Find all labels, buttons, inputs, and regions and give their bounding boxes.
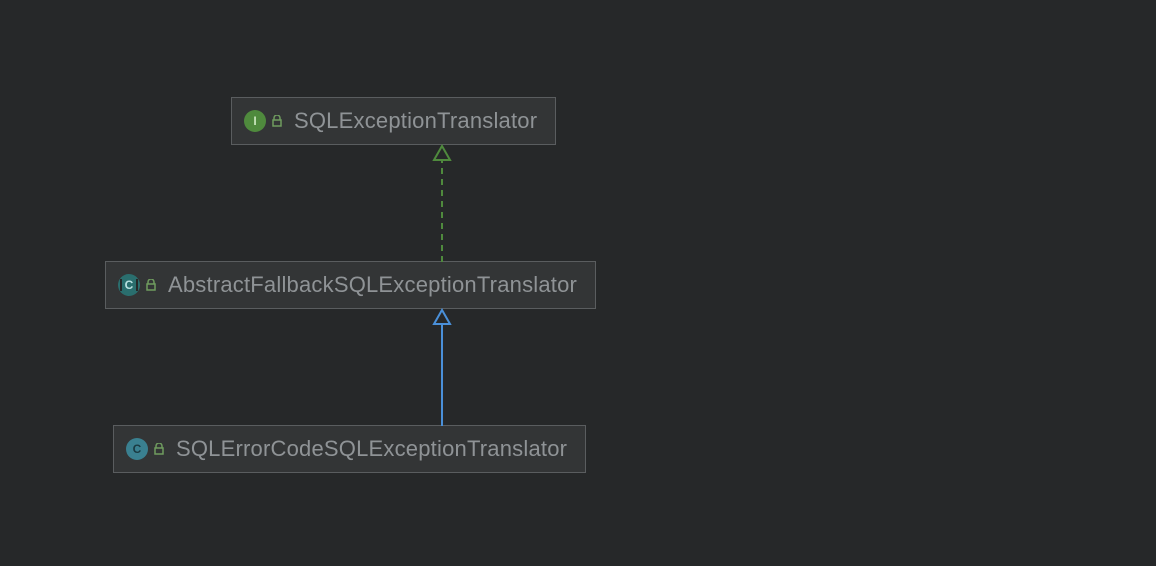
interface-icon: I [244, 110, 266, 132]
implements-arrow [430, 144, 454, 262]
extends-arrow [430, 308, 454, 426]
node-label: SQLExceptionTranslator [294, 108, 537, 134]
lock-icon [272, 115, 282, 127]
lock-icon [154, 443, 164, 455]
class-node-abstractfallback[interactable]: C AbstractFallbackSQLExceptionTranslator [105, 261, 596, 309]
lock-icon [146, 279, 156, 291]
node-label: AbstractFallbackSQLExceptionTranslator [168, 272, 577, 298]
class-node-sqlerrorcode[interactable]: C SQLErrorCodeSQLExceptionTranslator [113, 425, 586, 473]
class-node-sqlexceptiontranslator[interactable]: I SQLExceptionTranslator [231, 97, 556, 145]
node-label: SQLErrorCodeSQLExceptionTranslator [176, 436, 567, 462]
abstract-class-icon: C [118, 274, 140, 296]
class-icon: C [126, 438, 148, 460]
